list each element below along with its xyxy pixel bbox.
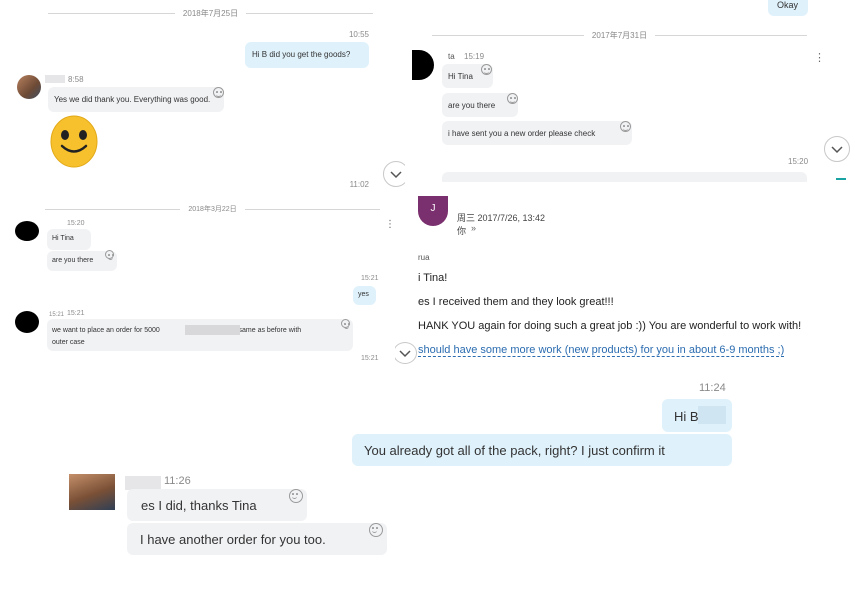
chevron-down-icon xyxy=(831,146,843,154)
email-panel: J 周三 2017/7/26, 13:42 你 » rua i Tina! es… xyxy=(395,196,861,368)
message-time: 11:24 xyxy=(699,382,726,394)
email-line: i Tina! xyxy=(418,272,448,284)
message-bubble-out[interactable]: Okay xyxy=(768,0,808,16)
redacted-name xyxy=(698,406,726,424)
scroll-down-button[interactable] xyxy=(824,136,850,162)
message-time: 15:21 xyxy=(49,312,65,318)
message-text: yes xyxy=(358,291,369,298)
chat-panel-5: 11:24 Hi B You already got all of the pa… xyxy=(0,370,861,595)
chat-panel-1: 2018年7月25日 10:55 Hi B did you get the go… xyxy=(0,0,405,195)
emoji-reaction-icon[interactable] xyxy=(481,64,492,75)
message-text: es I did, thanks Tina xyxy=(141,498,257,513)
message-time: 15:21 xyxy=(361,275,379,282)
message-text: are you there xyxy=(448,101,496,110)
message-bubble-in[interactable]: Hi Tina xyxy=(47,229,91,250)
message-text: Hi Tina xyxy=(52,235,74,242)
message-bubble-out[interactable]: Hi B did you get the goods? xyxy=(245,42,369,68)
redacted-name xyxy=(125,476,161,490)
emoji-reaction-icon[interactable] xyxy=(105,250,114,260)
next-bubble-edge xyxy=(442,172,807,182)
order-line-2: outer case xyxy=(52,339,85,346)
email-line-link[interactable]: should have some more work (new products… xyxy=(418,344,785,357)
sender-name: ta xyxy=(448,52,455,61)
message-text: Hi Tina xyxy=(448,72,473,81)
emoji-reaction-icon[interactable] xyxy=(369,523,383,537)
message-bubble-out[interactable]: You already got all of the pack, right? … xyxy=(352,434,732,466)
message-time: 15:20 xyxy=(67,220,85,227)
message-bubble-in[interactable]: es I did, thanks Tina xyxy=(127,489,307,521)
sender-avatar[interactable]: J xyxy=(418,196,448,226)
message-time: 15:20 xyxy=(788,157,809,166)
message-bubble-out[interactable]: Hi B xyxy=(662,399,732,432)
message-text: You already got all of the pack, right? … xyxy=(364,443,665,458)
email-line: es I received them and they look great!!… xyxy=(418,296,614,308)
date-label: 2017年7月31日 xyxy=(591,31,648,40)
chat-panel-3: 2018年3月22日 15:20 Hi Tina are you there ⋮… xyxy=(0,198,395,366)
scroll-down-button[interactable] xyxy=(383,161,405,187)
message-text: Okay xyxy=(777,0,799,10)
email-recipient: 你 xyxy=(457,226,467,236)
emoji-reaction-icon[interactable] xyxy=(213,87,224,98)
date-label: 2018年7月25日 xyxy=(182,9,239,18)
avatar[interactable] xyxy=(15,221,39,241)
message-bubble-out[interactable]: yes xyxy=(353,286,376,305)
message-text: Hi B did you get the goods? xyxy=(252,50,351,59)
avatar[interactable] xyxy=(69,474,115,510)
more-options-icon[interactable]: ⋮ xyxy=(814,53,825,64)
message-bubble-in[interactable]: I have another order for you too. xyxy=(127,523,387,555)
message-time: 8:58 xyxy=(68,75,84,84)
message-text: Yes we did thank you. Everything was goo… xyxy=(54,95,211,104)
emoji-reaction-icon[interactable] xyxy=(341,319,350,329)
message-time: 11:02 xyxy=(349,180,369,189)
redacted-name xyxy=(45,75,65,83)
message-time: 11:26 xyxy=(164,475,191,487)
date-separator: 2018年7月25日 xyxy=(48,8,373,19)
date-label: 2018年3月22日 xyxy=(188,206,237,213)
message-time: 15:19 xyxy=(464,52,485,61)
message-bubble-in[interactable]: we want to place an order for 5000 pack s… xyxy=(47,319,353,351)
recipient-expand-icon[interactable]: » xyxy=(471,223,476,233)
emoji-reaction-icon[interactable] xyxy=(620,121,631,132)
message-text: i have sent you a new order please check xyxy=(448,129,596,138)
scroll-down-button[interactable] xyxy=(395,342,417,364)
message-text: are you there xyxy=(52,257,94,264)
date-separator: 2018年3月22日 xyxy=(45,204,381,214)
message-text: Hi B xyxy=(674,409,699,424)
email-line: HANK YOU again for doing such a great jo… xyxy=(418,320,802,332)
date-separator: 2017年7月31日 xyxy=(432,30,807,41)
chevron-down-icon xyxy=(390,171,402,179)
emoji-reaction-icon[interactable] xyxy=(289,489,303,503)
avatar[interactable] xyxy=(15,311,39,333)
message-time: 15:21 xyxy=(67,310,85,317)
message-time: 10:55 xyxy=(348,30,369,39)
scroll-indicator xyxy=(836,178,846,180)
chat-panel-2: Okay 2017年7月31日 ta 15:19 Hi Tina are you… xyxy=(412,0,861,183)
avatar[interactable] xyxy=(412,50,434,80)
emoji-reaction-icon[interactable] xyxy=(507,93,518,104)
avatar[interactable] xyxy=(17,75,41,99)
message-bubble-in[interactable]: Yes we did thank you. Everything was goo… xyxy=(48,87,224,112)
chevron-down-icon xyxy=(399,350,411,358)
order-line-1: we want to place an order for 5000 pack s… xyxy=(52,325,302,335)
message-text: I have another order for you too. xyxy=(140,532,326,547)
message-bubble-in[interactable]: i have sent you a new order please check xyxy=(442,121,632,145)
message-time: 15:21 xyxy=(361,355,379,362)
redacted-product xyxy=(185,325,240,335)
smiley-sticker xyxy=(50,115,98,168)
salutation-name: rua xyxy=(418,253,430,262)
more-options-icon[interactable]: ⋮ xyxy=(385,220,395,230)
